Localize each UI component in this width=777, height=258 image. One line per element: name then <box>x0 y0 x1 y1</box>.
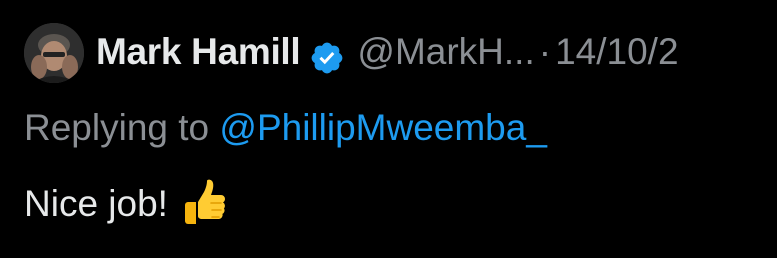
user-handle[interactable]: @MarkH... <box>357 22 534 82</box>
tweet: Mark Hamill @MarkH... · 14/10/2 Replying… <box>0 0 777 258</box>
tweet-text: Nice job! <box>24 183 168 224</box>
reply-context: Replying to @PhillipMweemba_ <box>24 100 547 156</box>
reply-prefix: Replying to <box>24 107 220 148</box>
tweet-body: Nice job! <box>24 174 230 234</box>
avatar-photo <box>24 23 84 83</box>
avatar[interactable] <box>24 23 84 83</box>
reply-mention-link[interactable]: @PhillipMweemba_ <box>219 107 547 148</box>
tweet-header: Mark Hamill @MarkH... · 14/10/2 <box>96 22 679 82</box>
tweet-date[interactable]: 14/10/2 <box>555 22 678 82</box>
separator-dot: · <box>538 31 552 72</box>
thumbs-up-emoji-icon <box>178 178 230 230</box>
verified-badge-icon <box>309 34 345 74</box>
display-name[interactable]: Mark Hamill <box>96 22 301 82</box>
